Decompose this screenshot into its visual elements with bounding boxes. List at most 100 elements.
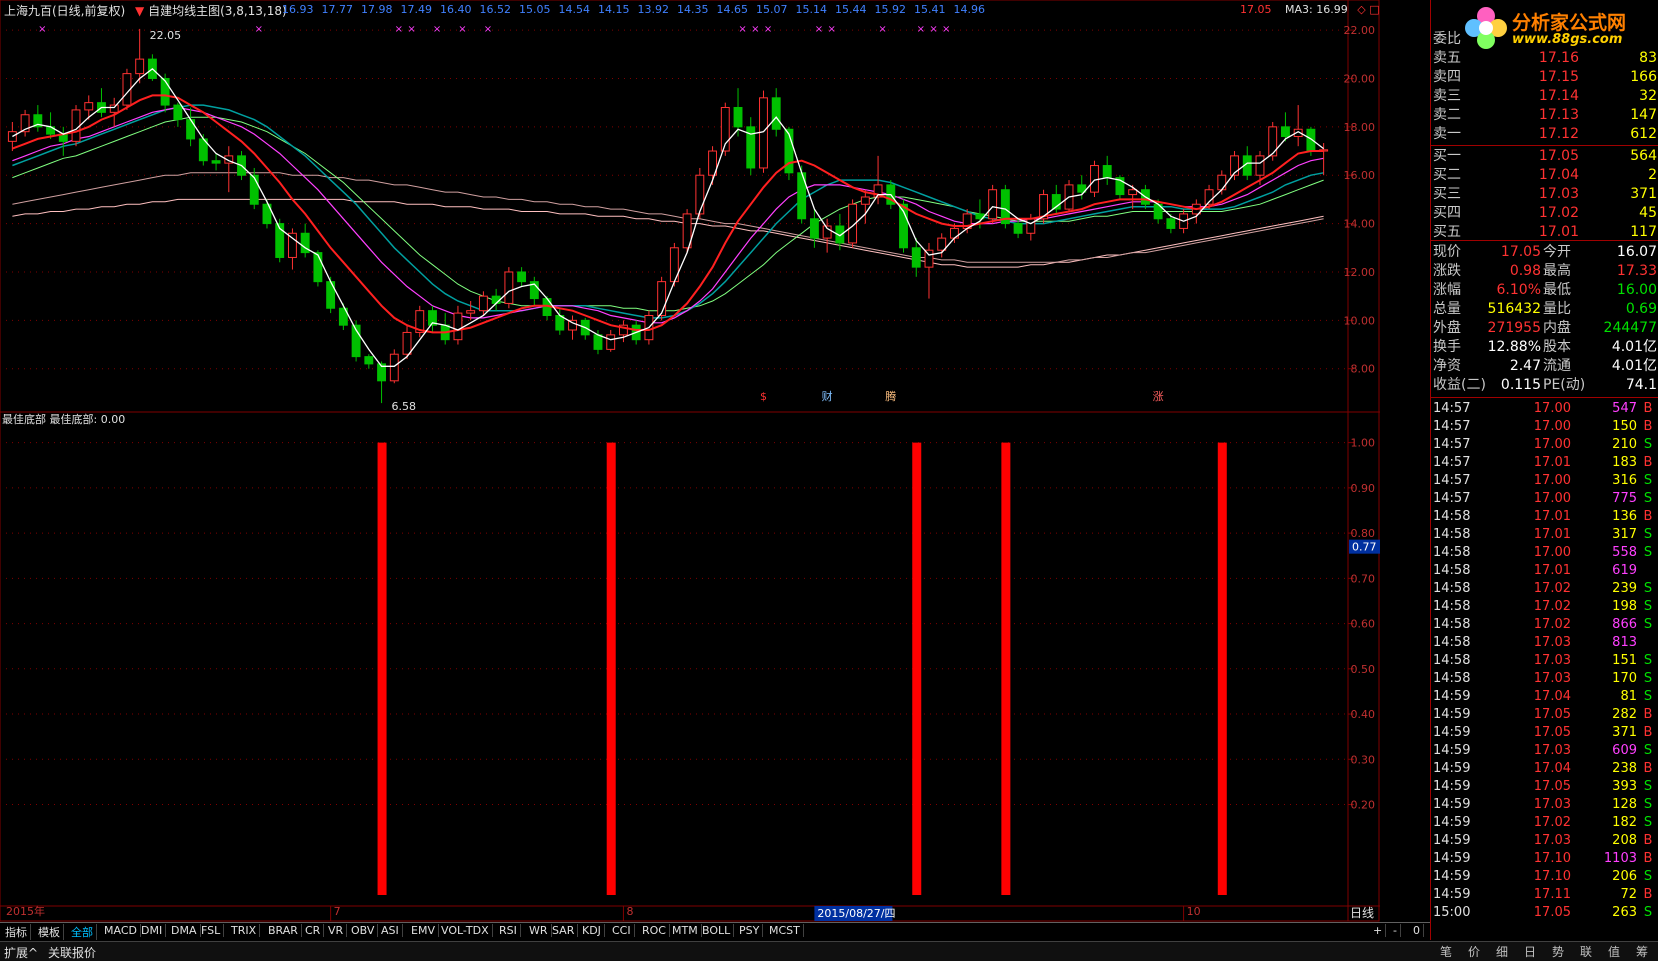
- sell-row[interactable]: 卖三 17.14 32: [1431, 87, 1658, 106]
- tick-time: 14:58: [1433, 545, 1471, 560]
- bottom-bar: 扩展^ 关联报价: [0, 941, 1658, 961]
- tick-time: 14:58: [1433, 581, 1471, 596]
- cursor-date: 2015/08/27/四: [817, 907, 895, 920]
- zoom-button[interactable]: +: [1370, 924, 1387, 937]
- signal-x-mark: ×: [738, 24, 746, 35]
- toolbar-item-vol-tdx[interactable]: VOL-TDX: [438, 924, 493, 937]
- order-price: 17.02: [1538, 205, 1579, 221]
- ma3-line: [12, 67, 1324, 367]
- toolbar-item-brar[interactable]: BRAR: [265, 924, 302, 937]
- toolbar-item-cr[interactable]: CR: [302, 924, 325, 937]
- tick-volume: 609: [1612, 743, 1637, 758]
- tick-side: B: [1643, 887, 1653, 902]
- toolbar-item-模板[interactable]: 模板: [35, 924, 64, 940]
- quote-tab[interactable]: 细: [1488, 943, 1516, 960]
- tick-time: 14:58: [1433, 617, 1471, 632]
- quote-tab[interactable]: 日: [1516, 943, 1544, 960]
- tick-price: 17.01: [1533, 509, 1571, 524]
- sell-row[interactable]: 卖五 17.16 83: [1431, 49, 1658, 68]
- zoom-button[interactable]: 0: [1410, 924, 1424, 937]
- tick-time: 14:57: [1433, 419, 1471, 434]
- buy-row[interactable]: 买四 17.02 45: [1431, 204, 1658, 223]
- candle-body: [71, 109, 81, 142]
- tick-volume: 182: [1612, 815, 1637, 830]
- chart-area[interactable]: 8.00 10.00 12.00 14.00 16.00 18.00 20.00 22.00 0…: [0, 0, 1380, 930]
- toolbar-item-vr[interactable]: VR: [325, 924, 348, 937]
- sell-row[interactable]: 卖二 17.13 147: [1431, 106, 1658, 125]
- sub-y-tick-label: 0.40: [1351, 708, 1376, 721]
- square-icon[interactable]: □: [1369, 3, 1379, 16]
- tick-time: 14:57: [1433, 437, 1471, 452]
- quote-tab[interactable]: 价: [1460, 943, 1488, 960]
- toolbar-item-roc[interactable]: ROC: [639, 924, 670, 937]
- toolbar-item-fsl[interactable]: FSL: [198, 924, 225, 937]
- stock-name[interactable]: 上海九百(日线,前复权): [4, 4, 125, 18]
- zoom-button[interactable]: -: [1390, 924, 1401, 937]
- stat-label: 今开: [1543, 244, 1571, 260]
- candle-body: [504, 271, 514, 304]
- toolbar-item-wr[interactable]: WR: [526, 924, 552, 937]
- toolbar-item-dma[interactable]: DMA: [168, 924, 201, 937]
- quote-tab[interactable]: 联: [1572, 943, 1600, 960]
- expand-button[interactable]: 扩展^: [4, 944, 38, 961]
- separator: [1431, 240, 1658, 241]
- candle-body: [249, 174, 259, 205]
- tick-side: S: [1643, 779, 1653, 794]
- signal-x-mark: ×: [764, 24, 772, 35]
- buy-row[interactable]: 买二 17.04 2: [1431, 166, 1658, 185]
- toolbar-item-psy[interactable]: PSY: [736, 924, 764, 937]
- order-volume: 147: [1630, 107, 1657, 123]
- candle-body: [860, 196, 870, 205]
- toolbar-item-mtm[interactable]: MTM: [669, 924, 702, 937]
- tick-time: 14:59: [1433, 779, 1471, 794]
- order-label: 买二: [1433, 167, 1461, 183]
- toolbar-item-指标[interactable]: 指标: [2, 924, 31, 940]
- sub-y-tick-label: 0.20: [1351, 799, 1376, 812]
- event-tag: 财: [822, 389, 833, 403]
- stat-value: 74.1: [1625, 377, 1657, 393]
- toolbar-item-cci[interactable]: CCI: [609, 924, 635, 937]
- tick-row: 14:58 17.01 619: [1431, 562, 1658, 580]
- toolbar-item-emv[interactable]: EMV: [408, 924, 439, 937]
- related-quote-button[interactable]: 关联报价: [48, 944, 96, 961]
- chart-svg[interactable]: 8.00 10.00 12.00 14.00 16.00 18.00 20.00 22.00 0…: [0, 0, 1380, 930]
- stat-value: 244477: [1603, 320, 1657, 336]
- stat-label: 股本: [1543, 339, 1571, 355]
- toolbar-item-boll[interactable]: BOLL: [699, 924, 735, 937]
- sell-row[interactable]: 卖四 17.15 166: [1431, 68, 1658, 87]
- buy-row[interactable]: 买三 17.03 371: [1431, 185, 1658, 204]
- toolbar-item-kdj[interactable]: KDJ: [579, 924, 605, 937]
- tick-side: S: [1643, 599, 1653, 614]
- toolbar-item-macd[interactable]: MACD: [101, 924, 141, 937]
- quote-tab[interactable]: 筹: [1628, 943, 1656, 960]
- candle-body: [988, 189, 998, 220]
- quote-tab[interactable]: 值: [1600, 943, 1628, 960]
- sub-y-tick-label: 0.30: [1351, 753, 1376, 766]
- quote-tab[interactable]: 势: [1544, 943, 1572, 960]
- quote-tab[interactable]: 笔: [1432, 943, 1460, 960]
- sub-y-tick-label: 0.80: [1351, 527, 1376, 540]
- buy-row[interactable]: 买一 17.05 564: [1431, 147, 1658, 166]
- tick-volume: 198: [1612, 599, 1637, 614]
- tick-time: 14:59: [1433, 689, 1471, 704]
- ma-value: 15.05: [519, 3, 551, 16]
- candle-body: [1102, 165, 1112, 179]
- toolbar-item-全部[interactable]: 全部: [68, 924, 97, 940]
- candle-body: [911, 247, 921, 268]
- tick-time: 14:58: [1433, 599, 1471, 614]
- toolbar-item-dmi[interactable]: DMI: [138, 924, 167, 937]
- tick-time: 14:59: [1433, 833, 1471, 848]
- tick-row: 14:57 17.00 150 B: [1431, 418, 1658, 436]
- diamond-icon[interactable]: ◇: [1357, 3, 1365, 16]
- indicator-name[interactable]: 自建均线主图(3,8,13,18): [148, 4, 287, 18]
- toolbar-item-rsi[interactable]: RSI: [496, 924, 521, 937]
- signal-x-mark: ×: [38, 24, 46, 35]
- toolbar-item-asi[interactable]: ASI: [378, 924, 403, 937]
- toolbar-item-mcst[interactable]: MCST: [766, 924, 804, 937]
- candle-body: [759, 97, 768, 169]
- toolbar-item-sar[interactable]: SAR: [549, 924, 579, 937]
- toolbar-item-obv[interactable]: OBV: [348, 924, 379, 937]
- sell-row[interactable]: 卖一 17.12 612: [1431, 125, 1658, 144]
- sub-value-marker: 0.77: [1352, 541, 1377, 554]
- toolbar-item-trix[interactable]: TRIX: [228, 924, 261, 937]
